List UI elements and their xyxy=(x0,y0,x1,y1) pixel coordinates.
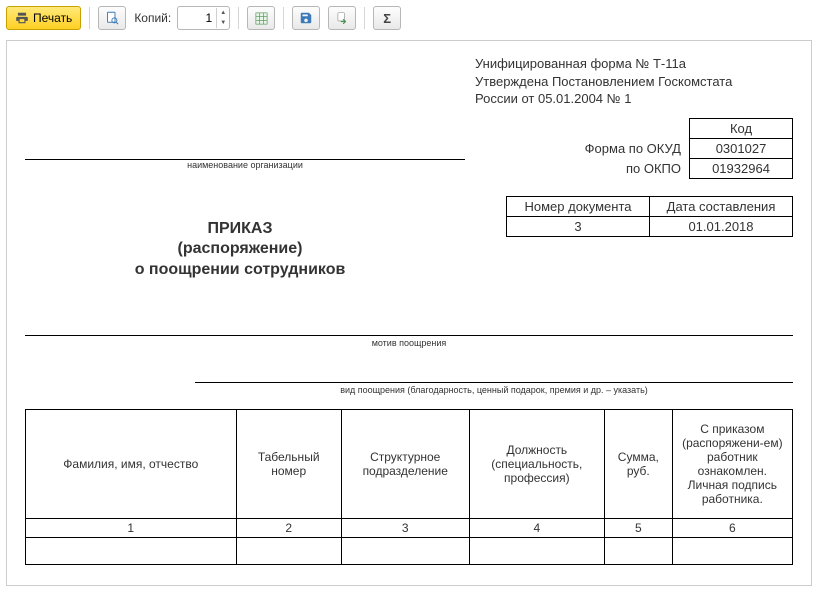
employees-table: Фамилия, имя, отчество Табельный номер С… xyxy=(25,409,793,565)
table-template-button[interactable] xyxy=(247,6,275,30)
col-header: Табельный номер xyxy=(236,410,341,519)
doc-title: ПРИКАЗ (распоряжение) о поощрении сотруд… xyxy=(25,219,455,281)
separator xyxy=(89,7,90,29)
preview-button[interactable] xyxy=(98,6,126,30)
col-header: Фамилия, имя, отчество xyxy=(26,410,237,519)
separator xyxy=(283,7,284,29)
copies-spinner[interactable]: ▲ ▼ xyxy=(177,6,230,30)
okpo-label: по ОКПО xyxy=(579,158,690,178)
okpo-value: 01932964 xyxy=(690,158,793,178)
send-file-button[interactable] xyxy=(328,6,356,30)
form-header-line: Утверждена Постановлением Госкомстата xyxy=(475,73,793,91)
document-area: Унифицированная форма № Т-11а Утверждена… xyxy=(6,40,812,586)
form-header-line: России от 05.01.2004 № 1 xyxy=(475,90,793,108)
file-arrow-icon xyxy=(335,11,349,25)
motive-note: мотив поощрения xyxy=(25,338,793,348)
print-button[interactable]: Печать xyxy=(6,6,81,30)
doc-date-value: 01.01.2018 xyxy=(650,216,793,236)
org-name-note: наименование организации xyxy=(25,160,465,170)
col-number: 3 xyxy=(341,519,469,538)
spinner-up[interactable]: ▲ xyxy=(217,8,229,18)
form-header: Унифицированная форма № Т-11а Утверждена… xyxy=(475,55,793,108)
col-number: 5 xyxy=(604,519,672,538)
col-header: Должность (специальность, профессия) xyxy=(469,410,604,519)
col-header: Сумма, руб. xyxy=(604,410,672,519)
col-number: 6 xyxy=(672,519,792,538)
doc-num-value: 3 xyxy=(507,216,650,236)
okud-label: Форма по ОКУД xyxy=(579,138,690,158)
copies-label: Копий: xyxy=(134,11,171,25)
col-number: 2 xyxy=(236,519,341,538)
col-number: 4 xyxy=(469,519,604,538)
spinner-down[interactable]: ▼ xyxy=(217,18,229,28)
okud-value: 0301027 xyxy=(690,138,793,158)
table-row xyxy=(26,538,793,565)
magnifier-page-icon xyxy=(105,11,120,26)
doc-num-header: Номер документа xyxy=(507,196,650,216)
copies-group: Копий: ▲ ▼ xyxy=(134,6,230,30)
title-line: (распоряжение) xyxy=(25,239,455,260)
motive-line xyxy=(25,321,793,336)
spinner-arrows: ▲ ▼ xyxy=(216,8,229,28)
doc-date-header: Дата составления xyxy=(650,196,793,216)
printer-icon xyxy=(15,11,29,25)
separator xyxy=(238,7,239,29)
type-line xyxy=(195,368,793,383)
toolbar: Печать Копий: ▲ ▼ Σ xyxy=(6,4,812,36)
sigma-icon: Σ xyxy=(383,11,391,26)
col-header: С приказом (распоряжени-ем) работник озн… xyxy=(672,410,792,519)
title-line: ПРИКАЗ xyxy=(25,219,455,240)
save-button[interactable] xyxy=(292,6,320,30)
copies-input[interactable] xyxy=(178,8,216,28)
col-number: 1 xyxy=(26,519,237,538)
table-icon xyxy=(254,11,269,26)
separator xyxy=(364,7,365,29)
kod-header: Код xyxy=(690,118,793,138)
form-header-line: Унифицированная форма № Т-11а xyxy=(475,55,793,73)
title-line: о поощрении сотрудников xyxy=(25,260,455,281)
org-name-line xyxy=(25,145,465,160)
sum-button[interactable]: Σ xyxy=(373,6,401,30)
col-header: Структурное подразделение xyxy=(341,410,469,519)
print-label: Печать xyxy=(33,11,72,25)
type-note: вид поощрения (благодарность, ценный под… xyxy=(195,385,793,395)
floppy-icon xyxy=(299,11,313,25)
